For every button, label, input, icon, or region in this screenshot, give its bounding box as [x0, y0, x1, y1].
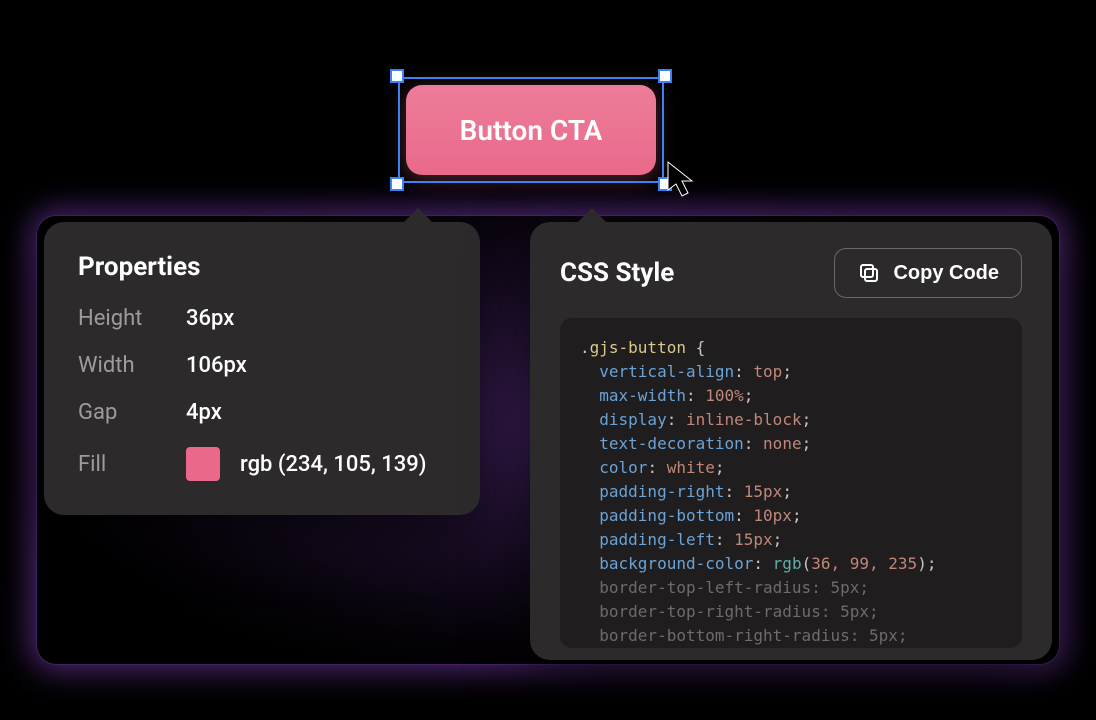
selection-outline	[398, 77, 664, 183]
property-row: Height 36px	[78, 306, 446, 331]
copy-icon	[857, 261, 881, 285]
cursor-icon	[666, 160, 700, 200]
css-panel: CSS Style Copy Code .gjs-button { vertic…	[530, 222, 1052, 660]
fill-swatch[interactable]	[186, 447, 220, 481]
copy-code-button[interactable]: Copy Code	[834, 248, 1022, 298]
properties-panel-title: Properties	[78, 252, 446, 282]
property-row-fill: Fill rgb (234, 105, 139)	[78, 447, 446, 481]
property-row: Gap 4px	[78, 400, 446, 425]
selected-element-wrapper[interactable]: Button CTA	[398, 77, 664, 183]
property-value[interactable]: 36px	[186, 306, 234, 331]
css-panel-title: CSS Style	[560, 258, 674, 288]
property-value[interactable]: 106px	[186, 353, 247, 378]
properties-panel: Properties Height 36px Width 106px Gap 4…	[44, 222, 480, 515]
property-value[interactable]: rgb (234, 105, 139)	[240, 452, 427, 477]
resize-handle-top-left[interactable]	[390, 69, 404, 83]
copy-code-label: Copy Code	[893, 262, 999, 285]
property-label: Width	[78, 353, 178, 378]
css-code-block[interactable]: .gjs-button { vertical-align: top; max-w…	[560, 318, 1022, 648]
resize-handle-bottom-left[interactable]	[390, 177, 404, 191]
property-label: Height	[78, 306, 178, 331]
resize-handle-top-right[interactable]	[658, 69, 672, 83]
property-value[interactable]: 4px	[186, 400, 222, 425]
property-row: Width 106px	[78, 353, 446, 378]
property-label: Gap	[78, 400, 178, 425]
property-label: Fill	[78, 452, 178, 477]
